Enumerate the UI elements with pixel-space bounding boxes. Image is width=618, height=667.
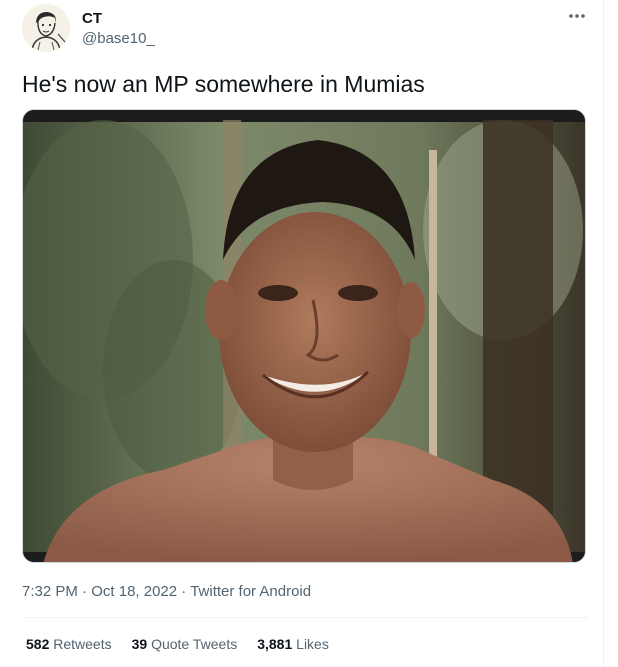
quote-tweets-count: 39 — [131, 636, 148, 652]
retweets-stat[interactable]: 582 Retweets — [26, 634, 112, 654]
tweet-time[interactable]: 7:32 PM — [22, 583, 78, 600]
divider — [22, 617, 588, 618]
author-avatar[interactable] — [22, 4, 70, 52]
tweet-photo[interactable] — [22, 109, 586, 563]
author-handle[interactable]: @base10_ — [82, 29, 155, 49]
meta-separator: · — [82, 583, 88, 600]
likes-label: Likes — [296, 636, 329, 652]
retweets-label: Retweets — [53, 636, 112, 652]
more-options-button[interactable] — [562, 4, 592, 28]
meta-separator: · — [181, 583, 187, 600]
tweet-meta: 7:32 PM · Oct 18, 2022 · Twitter for And… — [22, 582, 311, 602]
tweet-card: CT @base10_ He's now an MP somewhere in … — [0, 0, 604, 667]
photo-smiling-man-icon — [23, 110, 585, 562]
likes-count: 3,881 — [257, 636, 293, 652]
sketch-portrait-icon — [22, 4, 70, 52]
quote-tweets-stat[interactable]: 39 Quote Tweets — [132, 634, 238, 654]
tweet-text: He's now an MP somewhere in Mumias — [22, 71, 425, 97]
tweet-date[interactable]: Oct 18, 2022 — [91, 583, 177, 600]
engagement-stats: 582 Retweets 39 Quote Tweets 3,881 Likes — [26, 634, 329, 654]
retweets-count: 582 — [26, 636, 50, 652]
tweet-source[interactable]: Twitter for Android — [190, 583, 311, 600]
more-horizontal-icon — [569, 14, 585, 18]
likes-stat[interactable]: 3,881 Likes — [257, 634, 329, 654]
quote-tweets-label: Quote Tweets — [151, 636, 238, 652]
author-display-name[interactable]: CT — [82, 9, 102, 29]
